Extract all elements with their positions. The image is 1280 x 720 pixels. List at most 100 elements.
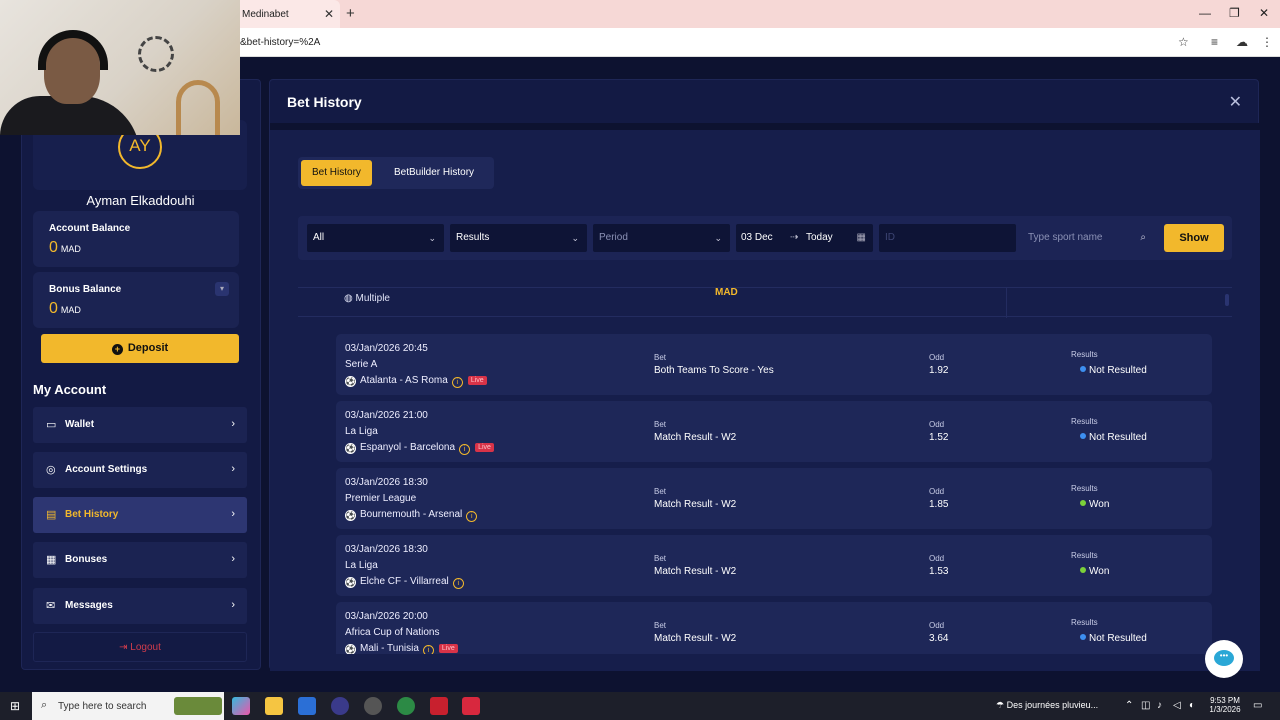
close-icon[interactable]: ✕ bbox=[1229, 92, 1242, 112]
table-row[interactable]: 03/Jan/2026 20:45 Serie A ⚽ Atalanta - AS… bbox=[336, 334, 1212, 395]
app-red-icon[interactable] bbox=[430, 697, 448, 715]
date-to: Today bbox=[806, 232, 833, 243]
taskbar-search-placeholder: Type here to search bbox=[58, 701, 147, 712]
sport-search-input[interactable]: Type sport name ⌕ bbox=[1022, 224, 1156, 252]
notifications-icon[interactable]: ▭ bbox=[1253, 700, 1262, 711]
profile-icon[interactable]: ☁ bbox=[1236, 35, 1248, 49]
bet-label: Bet bbox=[654, 487, 667, 496]
bet-league: La Liga bbox=[345, 560, 378, 571]
info-icon[interactable]: i bbox=[452, 578, 464, 589]
windows-start-icon[interactable]: ⊞ bbox=[10, 699, 20, 713]
match-name: Atalanta - AS Roma bbox=[360, 375, 448, 386]
date-range-picker[interactable]: 03 Dec ⇢ Today ▦ bbox=[736, 224, 873, 252]
network-icon[interactable]: ◫ bbox=[1141, 700, 1150, 711]
multiple-icon: ◍ bbox=[344, 293, 356, 304]
bet-id-input[interactable]: ID bbox=[879, 224, 1016, 252]
table-row[interactable]: 03/Jan/2026 20:00 Africa Cup of Nations … bbox=[336, 602, 1212, 654]
copilot-icon[interactable] bbox=[232, 697, 250, 715]
window-close-icon[interactable]: ✕ bbox=[1259, 6, 1269, 20]
browser-menu-icon[interactable]: ⋮ bbox=[1261, 35, 1273, 49]
new-tab-button[interactable]: + bbox=[346, 5, 355, 22]
column-divider bbox=[1006, 288, 1007, 318]
chrome-icon[interactable] bbox=[397, 697, 415, 715]
search-icon: ⌕ bbox=[41, 699, 48, 711]
messenger-icon[interactable] bbox=[331, 697, 349, 715]
microphone-icon[interactable]: ♪ bbox=[1157, 700, 1162, 711]
odd-value: 1.92 bbox=[929, 365, 949, 376]
info-icon[interactable]: i bbox=[459, 444, 471, 455]
odd-value: 3.64 bbox=[929, 633, 949, 644]
page-title: Bet History bbox=[287, 94, 362, 110]
info-icon[interactable]: i bbox=[466, 511, 478, 522]
bet-match: ⚽ Espanyol - Barcelona i Live bbox=[345, 442, 494, 455]
chat-button[interactable]: ••• bbox=[1205, 640, 1243, 678]
webcam-overlay bbox=[0, 0, 240, 135]
soccer-ball-icon: ⚽ bbox=[345, 376, 356, 387]
scrollbar[interactable] bbox=[1225, 294, 1229, 306]
weather-widget[interactable]: ☂ Des journées pluvieu... bbox=[996, 700, 1098, 711]
deposit-button[interactable]: + Deposit bbox=[41, 334, 239, 363]
bet-selection: Match Result - W2 bbox=[654, 566, 737, 577]
sidebar-item-messages[interactable]: ✉ Messages › bbox=[33, 588, 247, 624]
tab-close-icon[interactable]: ✕ bbox=[324, 7, 334, 21]
bet-match: ⚽ Bournemouth - Arsenal i bbox=[345, 509, 478, 522]
speaker-icon[interactable]: ◐ bbox=[1189, 700, 1195, 711]
bonus-balance-currency: MAD bbox=[60, 305, 81, 315]
sidebar-item-bet-history[interactable]: ▤ Bet History › bbox=[33, 497, 247, 533]
header-divider bbox=[270, 123, 1260, 130]
app-icon[interactable] bbox=[364, 697, 382, 715]
sidebar-item-label: Messages bbox=[65, 600, 113, 611]
bet-type-select[interactable]: All ⌄ bbox=[307, 224, 444, 252]
file-explorer-icon[interactable] bbox=[265, 697, 283, 715]
sidebar-item-account-settings[interactable]: ◎ Account Settings › bbox=[33, 452, 247, 488]
odd-label: Odd bbox=[929, 554, 945, 563]
bet-match: ⚽ Mali - Tunisia i Live bbox=[345, 643, 458, 654]
minimize-icon[interactable]: — bbox=[1199, 6, 1211, 20]
volume-icon[interactable]: ◁ bbox=[1173, 700, 1181, 711]
search-highlight-icon[interactable] bbox=[174, 697, 222, 715]
weather-text: Des journées pluvieu... bbox=[1006, 700, 1099, 710]
url-text[interactable]: &bet-history=%2A bbox=[240, 37, 320, 48]
bookmark-star-icon[interactable]: ☆ bbox=[1178, 35, 1189, 49]
match-name: Elche CF - Villarreal bbox=[360, 576, 449, 587]
clock-date: 1/3/2026 bbox=[1209, 705, 1241, 714]
clock[interactable]: 9:53 PM 1/3/2026 bbox=[1209, 696, 1241, 714]
webcam-wall-decor bbox=[138, 36, 174, 72]
chevron-down-icon: ⌄ bbox=[714, 233, 722, 243]
match-name: Bournemouth - Arsenal bbox=[360, 509, 463, 520]
tray-chevron-icon[interactable]: ⌃ bbox=[1125, 700, 1133, 711]
logout-button[interactable]: ⇥ Logout bbox=[33, 632, 247, 662]
tab-bet-history[interactable]: Bet History bbox=[301, 160, 372, 186]
match-name: Mali - Tunisia bbox=[360, 643, 419, 654]
page: AY Ayman Elkaddouhi Account Balance 0 MAD… bbox=[0, 57, 1280, 692]
bonus-balance-label: Bonus Balance bbox=[49, 284, 122, 295]
table-row[interactable]: 03/Jan/2026 21:00 La Liga ⚽ Espanyol - Ba… bbox=[336, 401, 1212, 462]
table-row[interactable]: 03/Jan/2026 18:30 La Liga ⚽ Elche CF - Vi… bbox=[336, 535, 1212, 596]
live-badge: Live bbox=[467, 376, 487, 385]
sidebar-item-label: Account Settings bbox=[65, 464, 148, 475]
status-text: Not Resulted bbox=[1089, 432, 1147, 443]
chevron-down-icon[interactable]: ▾ bbox=[215, 282, 229, 296]
tab-betbuilder-history[interactable]: BetBuilder History bbox=[383, 160, 485, 186]
store-icon[interactable] bbox=[298, 697, 316, 715]
period-select[interactable]: Period ⌄ bbox=[593, 224, 730, 252]
status-select[interactable]: Results ⌄ bbox=[450, 224, 587, 252]
bet-selection: Match Result - W2 bbox=[654, 633, 737, 644]
odd-value: 1.52 bbox=[929, 432, 949, 443]
bet-league: La Liga bbox=[345, 426, 378, 437]
show-button[interactable]: Show bbox=[1164, 224, 1224, 252]
media-icon[interactable]: ≡ bbox=[1211, 35, 1218, 49]
status-badge: Not Resulted bbox=[1080, 633, 1147, 644]
sidebar-item-bonuses[interactable]: ▦ Bonuses › bbox=[33, 542, 247, 578]
gift-icon: ▦ bbox=[46, 554, 57, 566]
restore-icon[interactable]: ❐ bbox=[1229, 6, 1240, 20]
sidebar-item-wallet[interactable]: ▭ Wallet › bbox=[33, 407, 247, 443]
bet-match: ⚽ Atalanta - AS Roma i Live bbox=[345, 375, 487, 388]
app-red-alt-icon[interactable] bbox=[462, 697, 480, 715]
info-icon[interactable]: i bbox=[451, 377, 463, 388]
results-label: Results bbox=[1071, 350, 1098, 359]
info-icon[interactable]: i bbox=[422, 645, 434, 654]
status-text: Won bbox=[1089, 499, 1110, 510]
account-balance-value: 0 MAD bbox=[49, 239, 81, 257]
table-row[interactable]: 03/Jan/2026 18:30 Premier League ⚽ Bourne… bbox=[336, 468, 1212, 529]
